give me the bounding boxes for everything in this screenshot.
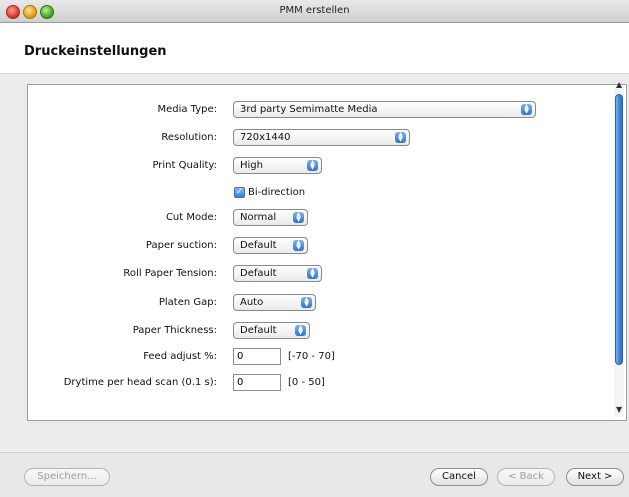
window-title: PMM erstellen: [279, 5, 350, 16]
bi-direction-checkbox[interactable]: ✓: [234, 187, 245, 198]
platen-gap-label: Platen Gap:: [158, 297, 217, 308]
popup-arrows-icon: ▲ ▼: [301, 297, 312, 308]
popup-arrows-icon: ▲ ▼: [307, 268, 318, 279]
media-type-label: Media Type:: [157, 104, 217, 115]
paper-thickness-popup[interactable]: Default ▲ ▼: [233, 322, 310, 339]
cut-mode-label: Cut Mode:: [165, 212, 217, 223]
scroll-up-arrow-icon[interactable]: ▲: [616, 80, 622, 89]
drytime-input[interactable]: 0: [233, 374, 281, 391]
print-quality-label: Print Quality:: [152, 160, 217, 171]
roll-paper-tension-popup[interactable]: Default ▲ ▼: [233, 265, 322, 282]
page-title: Druckeinstellungen: [24, 44, 167, 59]
next-button[interactable]: Next >: [566, 468, 624, 486]
print-quality-popup[interactable]: High ▲ ▼: [233, 157, 322, 174]
roll-paper-tension-value: Default: [240, 268, 277, 279]
media-type-value: 3rd party Semimatte Media: [240, 104, 378, 115]
popup-arrows-icon: ▲ ▼: [295, 325, 306, 336]
back-button[interactable]: < Back: [497, 468, 555, 486]
popup-arrows-icon: ▲ ▼: [293, 240, 304, 251]
popup-arrows-icon: ▲ ▼: [395, 132, 406, 143]
paper-suction-value: Default: [240, 240, 277, 251]
platen-gap-popup[interactable]: Auto ▲ ▼: [233, 294, 316, 311]
platen-gap-value: Auto: [240, 297, 264, 308]
feed-adjust-input[interactable]: 0: [233, 348, 281, 365]
popup-arrows-icon: ▲ ▼: [293, 212, 304, 223]
feed-adjust-label: Feed adjust %:: [143, 351, 217, 362]
resolution-popup[interactable]: 720x1440 ▲ ▼: [233, 129, 410, 146]
roll-paper-tension-label: Roll Paper Tension:: [123, 268, 217, 279]
scrollbar-thumb[interactable]: [615, 94, 623, 365]
cut-mode-value: Normal: [240, 212, 277, 223]
scroll-down-arrow-icon[interactable]: ▼: [616, 405, 622, 414]
paper-thickness-value: Default: [240, 325, 277, 336]
cancel-button[interactable]: Cancel: [430, 468, 488, 486]
cut-mode-popup[interactable]: Normal ▲ ▼: [233, 209, 308, 226]
print-quality-value: High: [240, 160, 263, 171]
feed-adjust-range: [-70 - 70]: [288, 351, 335, 362]
paper-suction-label: Paper suction:: [145, 240, 217, 251]
drytime-label: Drytime per head scan (0.1 s):: [63, 377, 217, 388]
title-bar: PMM erstellen: [0, 0, 629, 23]
resolution-value: 720x1440: [240, 132, 291, 143]
footer-divider: [0, 452, 629, 453]
paper-suction-popup[interactable]: Default ▲ ▼: [233, 237, 308, 254]
popup-arrows-icon: ▲ ▼: [521, 104, 532, 115]
media-type-popup[interactable]: 3rd party Semimatte Media ▲ ▼: [233, 101, 536, 118]
resolution-label: Resolution:: [161, 132, 217, 143]
header-area: Druckeinstellungen: [0, 23, 629, 73]
paper-thickness-label: Paper Thickness:: [132, 325, 217, 336]
save-button[interactable]: Speichern...: [24, 468, 110, 486]
popup-arrows-icon: ▲ ▼: [307, 160, 318, 171]
bi-direction-label: Bi-direction: [248, 187, 306, 198]
drytime-range: [0 - 50]: [288, 377, 325, 388]
